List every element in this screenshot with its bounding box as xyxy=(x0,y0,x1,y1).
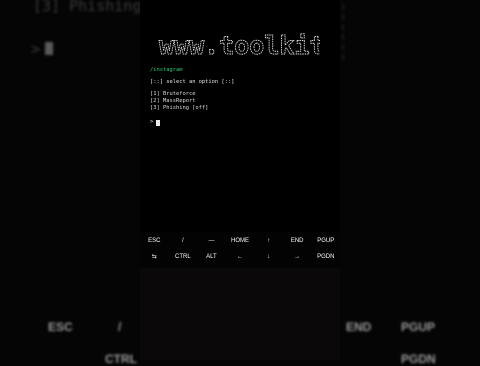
menu-item-phishing: [3] Phishing [off] xyxy=(150,105,209,111)
extra-keys-bar: ESC / — HOME ↑ END PGUP ⇆ CTRL ALT ← ↓ →… xyxy=(140,232,340,268)
key-left-arrow[interactable]: ← xyxy=(226,248,255,266)
logo-text: www.toolkit xyxy=(159,31,320,60)
bg-cursor xyxy=(45,42,53,55)
bg-key-pgup: PGUP xyxy=(401,320,436,334)
key-pgdn[interactable]: PGDN xyxy=(311,248,340,266)
terminal-cursor[interactable] xyxy=(156,120,160,126)
menu-item-bruteforce: [1] Bruteforce xyxy=(150,91,196,97)
phone-screen: www.toolkit /instagram [::] select an op… xyxy=(140,0,340,360)
key-ctrl[interactable]: CTRL xyxy=(169,248,198,266)
key-down-arrow[interactable]: ↓ xyxy=(254,248,283,266)
extra-keys-row-2: ⇆ CTRL ALT ← ↓ → PGDN xyxy=(140,248,340,266)
select-option-prompt: [::] select an option [::] xyxy=(150,79,235,85)
bg-key-ctrl: CTRL xyxy=(105,352,137,366)
toolkit-logo: www.toolkit xyxy=(159,31,320,61)
bg-key-slash: / xyxy=(118,320,122,334)
bg-key-pgdn: PGDN xyxy=(401,352,436,366)
key-alt[interactable]: ALT xyxy=(197,248,226,266)
bg-key-end: END xyxy=(346,320,372,334)
key-right-arrow[interactable]: → xyxy=(283,248,312,266)
key-tab[interactable]: ⇆ xyxy=(140,248,169,266)
bg-key-esc: ESC xyxy=(48,320,73,334)
keyboard-area[interactable] xyxy=(140,268,340,360)
input-prompt-symbol: > xyxy=(150,119,154,125)
menu-item-massreport: [2] MassReport xyxy=(150,98,196,104)
bg-prompt-symbol: > xyxy=(31,40,41,58)
instagram-tag: /instagram xyxy=(150,67,183,73)
